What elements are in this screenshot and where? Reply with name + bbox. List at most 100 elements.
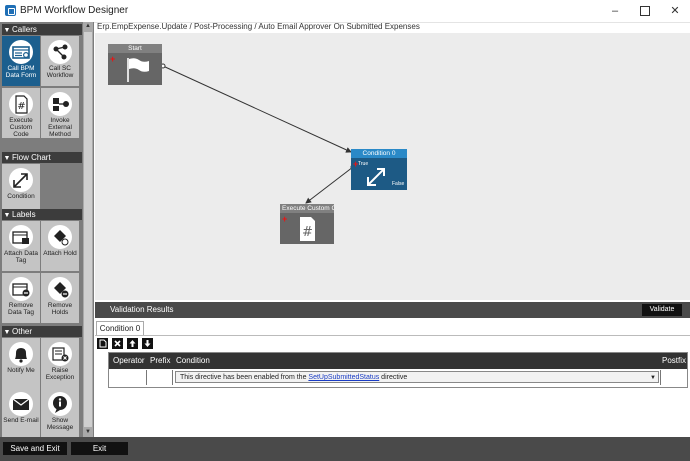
tool-attach-hold[interactable]: Attach Hold (41, 221, 79, 271)
prefix-cell[interactable] (147, 370, 173, 385)
tool-label: Execute Custom Code (9, 117, 33, 138)
node-header: Execute Custom Code (280, 204, 334, 213)
tab-divider (95, 335, 690, 336)
close-button[interactable]: ✕ (660, 0, 690, 22)
chevron-down-icon: ▼ (3, 155, 11, 162)
tool-invoke-external-method[interactable]: Invoke External Method (41, 88, 79, 138)
scroll-up-icon[interactable]: ▲ (83, 22, 93, 31)
grid-header: Operator Prefix Condition Postfix (109, 353, 687, 369)
node-start[interactable]: Start + (108, 44, 162, 85)
hash-icon: # (300, 217, 315, 241)
attach-tag-icon (9, 225, 33, 249)
add-icon[interactable]: + (353, 160, 358, 169)
info-icon (48, 392, 72, 416)
table-row[interactable]: This directive has been enabled from the… (109, 370, 687, 386)
tool-label: Call BPM Data Form (5, 65, 37, 79)
scroll-down-icon[interactable]: ▼ (83, 428, 93, 437)
workflow-icon (48, 40, 72, 64)
move-down-button[interactable] (142, 338, 153, 349)
validate-button[interactable]: Validate (642, 304, 682, 316)
tool-call-sc-workflow[interactable]: Call SC Workflow (41, 36, 79, 86)
tool-remove-data-tag[interactable]: Remove Data Tag (2, 273, 40, 323)
title-bar: BPM Workflow Designer – ✕ (0, 0, 690, 23)
arrow-up-icon (129, 340, 136, 347)
node-condition[interactable]: Condition 0 True False + (351, 149, 407, 190)
tool-label: Attach Data Tag (4, 250, 38, 264)
column-condition[interactable]: Condition (176, 353, 210, 369)
condition-icon (9, 168, 33, 192)
chevron-down-icon[interactable]: ▼ (650, 372, 656, 384)
validation-title: Validation Results (110, 305, 174, 314)
column-prefix[interactable]: Prefix (150, 353, 170, 369)
attach-hold-icon (48, 225, 72, 249)
tool-call-bpm-data-form[interactable]: Call BPM Data Form (2, 36, 40, 86)
flag-icon (127, 58, 149, 82)
tool-label: Send E-mail (3, 417, 39, 424)
condition-grid: Operator Prefix Condition Postfix This d… (108, 352, 688, 388)
exit-button[interactable]: Exit (71, 442, 128, 455)
add-icon[interactable]: + (282, 215, 287, 224)
section-callers[interactable]: ▼ Callers (2, 24, 82, 35)
add-icon[interactable]: + (110, 55, 115, 64)
node-execute-custom-code[interactable]: Execute Custom Code # + (280, 204, 334, 244)
node-header: Start (108, 44, 162, 53)
column-postfix[interactable]: Postfix (662, 353, 686, 369)
tool-attach-data-tag[interactable]: Attach Data Tag (2, 221, 40, 271)
breadcrumb: Erp.EmpExpense.Update / Post-Processing … (97, 22, 420, 31)
tool-label: Notify Me (7, 367, 35, 374)
tab-condition-0[interactable]: Condition 0 (96, 321, 144, 335)
tool-label: Call SC Workflow (46, 65, 74, 79)
tool-label: Show Message (46, 417, 74, 431)
directive-link[interactable]: SetUpSubmittedStatus (308, 374, 379, 381)
column-operator[interactable]: Operator (113, 353, 145, 369)
validation-panel: Validation Results Validate Condition 0 … (95, 302, 690, 437)
minimize-button[interactable]: – (600, 0, 630, 22)
remove-tag-icon (9, 277, 33, 301)
workflow-canvas[interactable]: Start + Condition 0 True False + Execute… (95, 33, 690, 300)
tool-label: Remove Data Tag (8, 302, 34, 316)
tool-condition[interactable]: Condition (2, 164, 40, 214)
svg-text:#: # (17, 101, 25, 112)
svg-text:#: # (302, 225, 313, 240)
toolbox-sidebar: ▼ Callers Call BPM Data Form Call SC Work… (0, 22, 94, 438)
tool-send-email[interactable]: Send E-mail (2, 388, 40, 438)
arrow-down-icon (144, 340, 151, 347)
window-title: BPM Workflow Designer (20, 5, 129, 16)
tool-label: Condition (7, 193, 35, 200)
maximize-icon (640, 6, 650, 17)
new-icon (99, 339, 107, 348)
delete-icon (114, 340, 121, 347)
maximize-button[interactable] (630, 0, 660, 22)
tool-show-message[interactable]: Show Message (41, 388, 79, 438)
save-and-exit-button[interactable]: Save and Exit (3, 442, 67, 455)
chevron-down-icon: ▼ (3, 212, 11, 219)
section-other[interactable]: ▼ Other (2, 326, 82, 337)
method-icon (48, 92, 72, 116)
condition-select[interactable]: This directive has been enabled from the… (175, 371, 659, 383)
postfix-cell[interactable] (660, 370, 661, 385)
chevron-down-icon: ▼ (3, 27, 11, 34)
node-body: True False (351, 158, 407, 190)
section-labels[interactable]: ▼ Labels (2, 209, 82, 220)
sidebar-scrollbar[interactable]: ▲ ▼ (83, 22, 93, 437)
operator-cell[interactable] (109, 370, 147, 385)
node-body (108, 53, 162, 85)
hash-icon: # (9, 92, 33, 116)
node-body: # (280, 213, 334, 244)
section-flow-chart[interactable]: ▼ Flow Chart (2, 152, 82, 163)
tool-execute-custom-code[interactable]: # Execute Custom Code (2, 88, 40, 138)
delete-row-button[interactable] (112, 338, 123, 349)
tool-label: Invoke External Method (48, 117, 72, 138)
move-up-button[interactable] (127, 338, 138, 349)
connector-start-condition (162, 65, 352, 153)
tool-raise-exception[interactable]: Raise Exception (41, 338, 79, 388)
tool-label: Remove Holds (47, 302, 73, 316)
new-row-button[interactable] (97, 338, 108, 349)
tool-remove-holds[interactable]: Remove Holds (41, 273, 79, 323)
tool-notify-me[interactable]: Notify Me (2, 338, 40, 388)
tool-label: Raise Exception (45, 367, 75, 381)
node-header: Condition 0 (351, 149, 407, 158)
connector-condition-code (305, 166, 354, 204)
scrollbar-thumb[interactable] (84, 32, 92, 427)
true-label: True (358, 161, 369, 167)
